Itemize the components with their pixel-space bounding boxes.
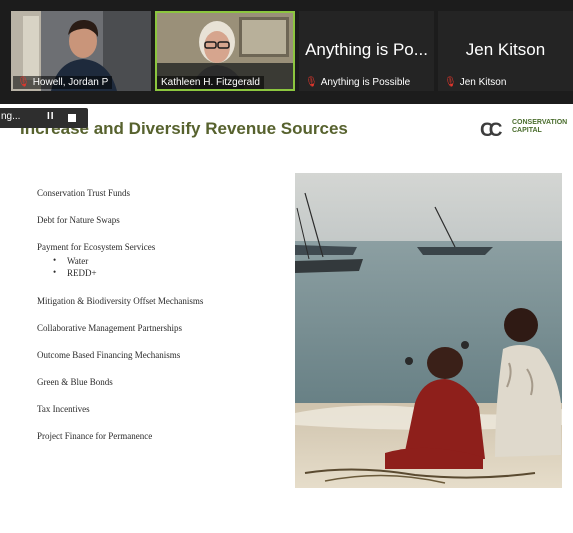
participant-tile-anything-is-possible[interactable]: Anything is Po... 🎙 Anything is Possible [299, 11, 434, 91]
list-item: Collaborative Management Partnerships [37, 323, 182, 333]
list-item: Mitigation & Biodiversity Offset Mechani… [37, 296, 204, 306]
participant-name-label: 🎙 Anything is Possible [305, 77, 411, 88]
list-item: Green & Blue Bonds [37, 377, 113, 387]
participant-display-name: Jen Kitson [465, 40, 546, 59]
participant-tile-howell[interactable]: 🎙 Howell, Jordan P [11, 11, 151, 91]
list-item: Project Finance for Permanence [37, 431, 153, 441]
list-item: Conservation Trust Funds [37, 188, 131, 198]
participant-tile-jen-kitson[interactable]: Jen Kitson 🎙 Jen Kitson [438, 11, 573, 91]
stop-icon[interactable] [68, 114, 76, 122]
participant-tile-fitzgerald[interactable]: Kathleen H. Fitzgerald [155, 11, 295, 91]
sub-list-item: • Water [53, 255, 89, 266]
recording-label: ng... [1, 111, 21, 122]
list-item: Debt for Nature Swaps [37, 215, 120, 225]
beach-scene-image [295, 173, 562, 488]
sub-list-item: • REDD+ [53, 267, 97, 278]
participant-display-name: Anything is Po... [305, 40, 428, 59]
pause-icon[interactable]: II [47, 111, 55, 122]
participant-name-label: 🎙 Jen Kitson [444, 77, 507, 88]
list-item: Tax Incentives [37, 404, 90, 414]
bullet-dot: • [53, 267, 57, 277]
list-item: Outcome Based Financing Mechanisms [37, 350, 181, 360]
list-item: Payment for Ecosystem Services [37, 242, 156, 252]
bullet-dot: • [53, 255, 57, 265]
beach-photo [295, 173, 562, 488]
mic-muted-icon: 🎙 [305, 77, 318, 88]
participant-name-label: 🎙 Howell, Jordan P [13, 76, 113, 89]
logo-line2: CAPITAL [512, 127, 542, 134]
logo-mark-icon: CC [480, 120, 503, 141]
mic-muted-icon: 🎙 [444, 77, 457, 88]
participant-name-label: Kathleen H. Fitzgerald [157, 76, 264, 89]
conservation-capital-logo: CC CONSERVATION CAPITAL [480, 118, 572, 141]
mic-muted-icon: 🎙 [17, 77, 30, 88]
logo-line1: CONSERVATION [512, 119, 568, 126]
recording-bar[interactable]: ng... II [0, 108, 88, 128]
